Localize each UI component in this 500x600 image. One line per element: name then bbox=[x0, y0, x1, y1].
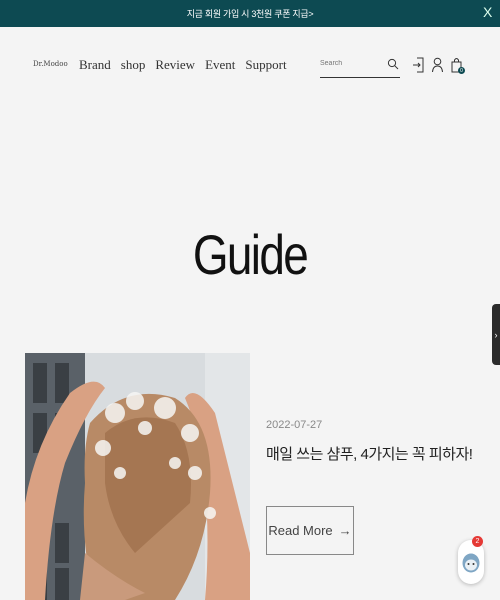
search-icon[interactable] bbox=[387, 58, 399, 70]
read-more-button[interactable]: Read More → bbox=[266, 506, 354, 555]
page-title: Guide bbox=[192, 223, 309, 286]
side-panel-toggle[interactable]: › bbox=[492, 304, 500, 365]
chat-widget-button[interactable]: 2 bbox=[458, 536, 484, 584]
nav-brand[interactable]: Brand bbox=[79, 57, 111, 73]
nav-shop[interactable]: shop bbox=[121, 57, 146, 73]
post-thumbnail[interactable] bbox=[25, 353, 250, 600]
login-icon[interactable] bbox=[412, 56, 425, 74]
top-banner[interactable]: 지금 회원 가입 시 3천원 쿠폰 지급> X bbox=[0, 0, 500, 27]
nav-review[interactable]: Review bbox=[155, 57, 195, 73]
nav-event[interactable]: Event bbox=[205, 57, 235, 73]
search-input[interactable] bbox=[320, 60, 386, 67]
user-icon[interactable] bbox=[431, 56, 444, 74]
chat-unread-badge: 2 bbox=[472, 536, 483, 547]
nav-support[interactable]: Support bbox=[245, 57, 286, 73]
banner-close-button[interactable]: X bbox=[483, 5, 492, 19]
arrow-right-icon: → bbox=[338, 523, 352, 538]
post-title[interactable]: 매일 쓰는 샴푸, 4가지는 꼭 피하자! bbox=[266, 443, 473, 464]
header-icons: 0 bbox=[412, 56, 465, 74]
banner-text[interactable]: 지금 회원 가입 시 3천원 쿠폰 지급> bbox=[187, 7, 314, 20]
site-header: Dr.Modoo Brand shop Review Event Support bbox=[0, 27, 500, 105]
cart-count-badge: 0 bbox=[458, 67, 465, 74]
read-more-label: Read More bbox=[268, 523, 333, 538]
chat-bot-icon bbox=[462, 553, 480, 573]
shampoo-photo bbox=[25, 353, 250, 600]
cart-button[interactable]: 0 bbox=[450, 56, 465, 74]
main-nav: Brand shop Review Event Support bbox=[79, 57, 287, 73]
logo[interactable]: Dr.Modoo bbox=[33, 60, 68, 68]
post-date: 2022-07-27 bbox=[266, 419, 323, 431]
search-box bbox=[320, 58, 400, 78]
